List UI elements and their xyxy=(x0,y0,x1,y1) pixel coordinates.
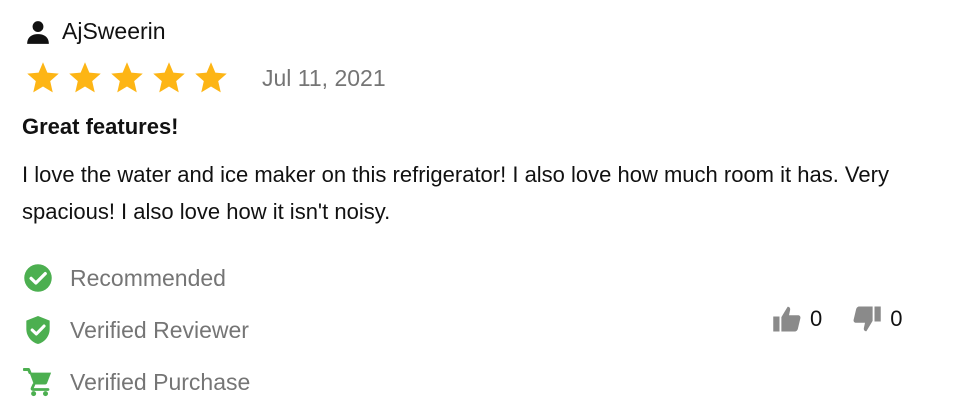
star-icon xyxy=(24,60,62,96)
badge-recommended: Recommended xyxy=(22,252,250,304)
star-icon xyxy=(150,60,188,96)
cart-icon xyxy=(22,366,54,398)
badge-label: Verified Reviewer xyxy=(70,316,249,343)
thumbs-up-icon xyxy=(772,304,802,334)
star-icon xyxy=(108,60,146,96)
review-date: Jul 11, 2021 xyxy=(262,64,386,91)
check-circle-icon xyxy=(22,262,54,294)
unhelpful-vote-button[interactable]: 0 xyxy=(852,304,903,334)
helpful-count: 0 xyxy=(810,306,823,331)
rating-row: Jul 11, 2021 xyxy=(24,60,386,96)
user-icon xyxy=(24,19,52,45)
star-icon xyxy=(66,60,104,96)
star-rating xyxy=(24,60,230,96)
review-card: AjSweerin Jul 11, 2021 Great features! I… xyxy=(0,0,962,406)
shield-check-icon xyxy=(22,314,54,346)
badge-label: Verified Purchase xyxy=(70,368,251,395)
review-author: AjSweerin xyxy=(24,18,166,45)
review-title: Great features! xyxy=(22,114,179,139)
review-votes: 0 0 xyxy=(772,304,903,334)
unhelpful-count: 0 xyxy=(890,306,903,331)
thumbs-down-icon xyxy=(852,304,882,334)
helpful-vote-button[interactable]: 0 xyxy=(772,304,822,334)
review-badges: Recommended Verified Reviewer Verified P… xyxy=(22,252,250,408)
badge-label: Recommended xyxy=(70,264,226,291)
star-icon xyxy=(192,60,230,96)
author-name: AjSweerin xyxy=(62,18,166,44)
badge-verified-reviewer: Verified Reviewer xyxy=(22,304,250,356)
badge-verified-purchase: Verified Purchase xyxy=(22,356,250,408)
review-body: I love the water and ice maker on this r… xyxy=(22,162,889,224)
